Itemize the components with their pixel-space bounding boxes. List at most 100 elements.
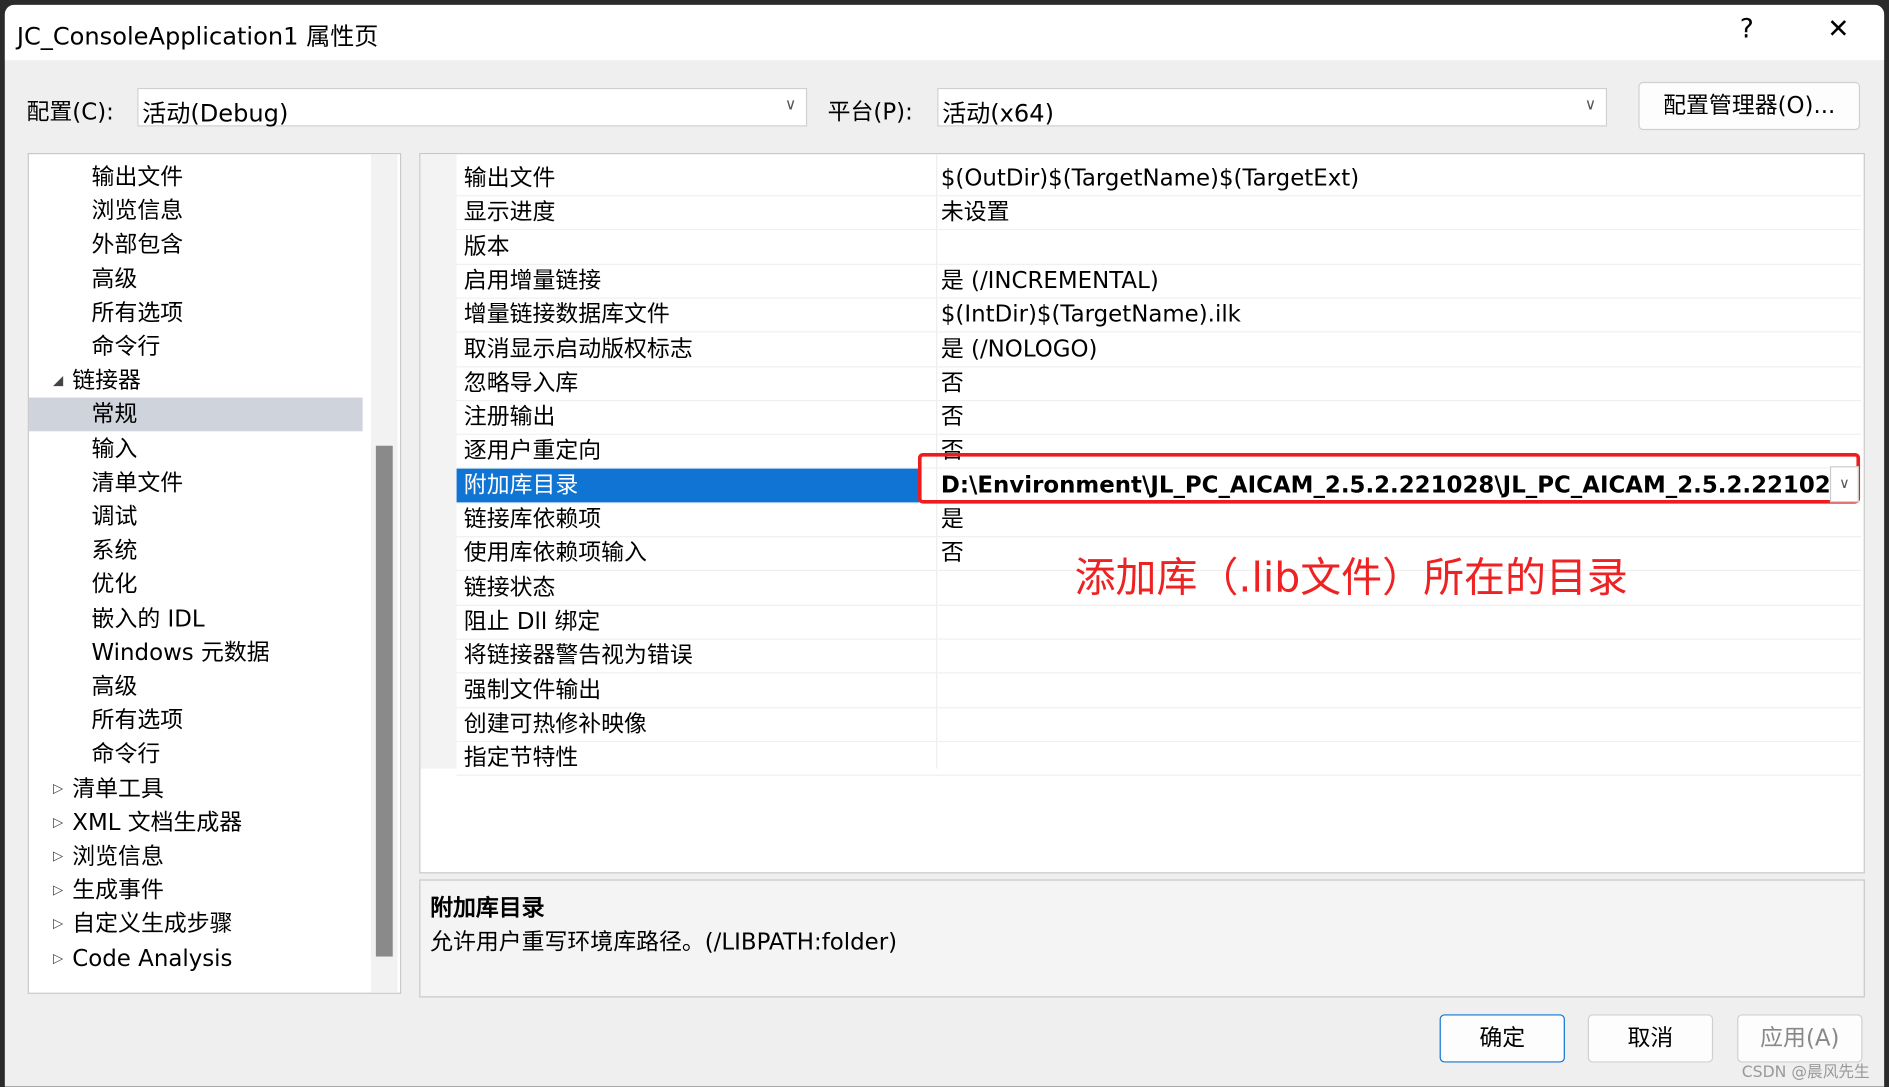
tree-item-label: 外部包含 bbox=[91, 231, 184, 259]
property-row[interactable]: 版本 bbox=[456, 230, 1862, 265]
property-pages-dialog: JC_ConsoleApplication1 属性页 ? ✕ 配置(C): 活动… bbox=[4, 4, 1885, 1087]
property-row[interactable]: 输出文件 $(OutDir)$(TargetName)$(TargetExt) bbox=[456, 161, 1862, 197]
tree-item[interactable]: 高级 bbox=[29, 670, 363, 704]
tree-item-label: 高级 bbox=[91, 673, 138, 700]
property-row[interactable]: 忽略导入库 否 bbox=[456, 366, 1862, 401]
tree-item[interactable]: 调试 bbox=[29, 500, 363, 534]
apply-button[interactable]: 应用(A) bbox=[1737, 1014, 1863, 1063]
property-row[interactable]: 增量链接数据库文件 $(IntDir)$(TargetName).ilk bbox=[456, 298, 1862, 333]
tree-item[interactable]: 清单文件 bbox=[29, 466, 363, 500]
property-name: 启用增量链接 bbox=[463, 267, 602, 294]
tree-item[interactable]: 系统 bbox=[29, 534, 363, 568]
property-name: 强制文件输出 bbox=[463, 676, 602, 703]
tree-item-label: 链接器 bbox=[72, 367, 141, 395]
tree-item-label: 自定义生成步骤 bbox=[72, 911, 233, 938]
property-value[interactable]: 否 bbox=[941, 400, 964, 434]
property-name: 忽略导入库 bbox=[463, 369, 579, 397]
tree-item[interactable]: ▷ 自定义生成步骤 bbox=[29, 908, 363, 942]
scrollbar-thumb[interactable] bbox=[375, 445, 393, 957]
help-button[interactable]: ? bbox=[1723, 14, 1771, 44]
property-value[interactable]: $(OutDir)$(TargetName)$(TargetExt) bbox=[941, 161, 1359, 195]
property-value[interactable]: 未设置 bbox=[941, 196, 1010, 230]
collapsed-icon[interactable]: ▷ bbox=[53, 908, 63, 942]
tree-item[interactable]: 外部包含 bbox=[29, 228, 363, 262]
property-value[interactable]: 否 bbox=[941, 536, 964, 570]
tree-item-label: 调试 bbox=[91, 503, 138, 531]
description-panel: 附加库目录 允许用户重写环境库路径。(/LIBPATH:folder) bbox=[419, 879, 1865, 998]
tree-item[interactable]: 输出文件 bbox=[29, 160, 363, 194]
property-name: 逐用户重定向 bbox=[463, 437, 602, 465]
property-row[interactable]: 阻止 Dll 绑定 bbox=[456, 605, 1862, 640]
property-row[interactable]: 启用增量链接 是 (/INCREMENTAL) bbox=[456, 264, 1862, 299]
value-dropdown-button[interactable]: ∨ bbox=[1829, 466, 1859, 503]
tree-item[interactable]: 嵌入的 IDL bbox=[29, 602, 363, 636]
tree-item[interactable]: Windows 元数据 bbox=[29, 636, 363, 670]
property-row[interactable]: 将链接器警告视为错误 bbox=[456, 639, 1862, 674]
highlight-box bbox=[917, 452, 1861, 504]
property-name: 指定节特性 bbox=[463, 744, 579, 772]
tree-item[interactable]: 命令行 bbox=[29, 330, 363, 364]
tree-item[interactable]: 浏览信息 bbox=[29, 194, 363, 228]
tree-item[interactable]: ▷ 生成事件 bbox=[29, 874, 363, 908]
collapsed-icon[interactable]: ▷ bbox=[53, 806, 63, 840]
property-value[interactable]: 是 bbox=[941, 502, 964, 536]
config-dropdown[interactable]: 活动(Debug) ∨ bbox=[137, 87, 808, 128]
property-value[interactable]: 是 (/INCREMENTAL) bbox=[941, 264, 1159, 298]
tree-scrollbar[interactable] bbox=[371, 154, 398, 993]
property-name: 版本 bbox=[463, 233, 510, 260]
tree-item[interactable]: 所有选项 bbox=[29, 704, 363, 738]
tree-item[interactable]: ▷ 清单工具 bbox=[29, 772, 363, 806]
tree-item-label: 所有选项 bbox=[91, 299, 184, 327]
tree-item[interactable]: 输入 bbox=[29, 432, 363, 466]
collapsed-icon[interactable]: ▷ bbox=[53, 874, 63, 908]
title-bar: JC_ConsoleApplication1 属性页 ? ✕ bbox=[4, 4, 1885, 61]
collapsed-icon[interactable]: ▷ bbox=[53, 772, 63, 806]
tree-item-label: 浏览信息 bbox=[72, 843, 164, 870]
description-title: 附加库目录 bbox=[430, 895, 545, 922]
tree-item-label: 命令行 bbox=[91, 333, 161, 361]
property-name: 显示进度 bbox=[463, 199, 556, 226]
tree-item[interactable]: ▷ Code Analysis bbox=[29, 942, 363, 976]
tree-item-label: 输出文件 bbox=[91, 163, 184, 191]
property-name: 链接状态 bbox=[463, 574, 556, 601]
property-row[interactable]: 指定节特性 bbox=[456, 741, 1862, 776]
category-tree: 输出文件 浏览信息 外部包含 高级 所有选项 命令行 ◢ 链接器 常规 输入 清单文件 调试 系统 优化嵌… bbox=[27, 152, 402, 994]
property-name: 取消显示启动版权标志 bbox=[463, 335, 693, 363]
tree-item[interactable]: 常规 bbox=[28, 398, 363, 432]
config-label: 配置(C): bbox=[26, 98, 114, 126]
collapsed-icon[interactable]: ▷ bbox=[53, 942, 63, 976]
property-row[interactable]: 显示进度 未设置 bbox=[456, 196, 1862, 231]
property-grid: 输出文件 $(OutDir)$(TargetName)$(TargetExt) 显示… bbox=[419, 152, 1865, 874]
collapsed-icon[interactable]: ▷ bbox=[53, 840, 63, 874]
property-row[interactable]: 链接库依赖项 是 bbox=[456, 502, 1862, 538]
cancel-button[interactable]: 取消 bbox=[1587, 1014, 1714, 1063]
tree-item[interactable]: 命令行 bbox=[29, 738, 363, 772]
platform-label: 平台(P): bbox=[827, 98, 913, 126]
annotation-text: 添加库（.lib文件）所在的目录 bbox=[1074, 554, 1628, 603]
close-button[interactable]: ✕ bbox=[1814, 14, 1862, 44]
chevron-down-icon: ∨ bbox=[1584, 96, 1597, 115]
tree-item[interactable]: 所有选项 bbox=[29, 296, 363, 330]
property-row[interactable]: 注册输出 否 bbox=[456, 400, 1862, 436]
ok-button[interactable]: 确定 bbox=[1439, 1014, 1565, 1063]
tree-item[interactable]: ◢ 链接器 bbox=[29, 364, 363, 398]
tree-item[interactable]: 优化 bbox=[29, 568, 363, 602]
property-row[interactable]: 取消显示启动版权标志 是 (/NOLOGO) bbox=[456, 332, 1862, 367]
property-value[interactable]: $(IntDir)$(TargetName).ilk bbox=[941, 298, 1241, 332]
window-title: JC_ConsoleApplication1 属性页 bbox=[16, 21, 379, 51]
config-manager-button[interactable]: 配置管理器(O)... bbox=[1638, 81, 1861, 131]
property-value[interactable]: 否 bbox=[941, 366, 964, 400]
chevron-down-icon: ∨ bbox=[784, 96, 797, 115]
tree-item[interactable]: 高级 bbox=[29, 262, 363, 296]
platform-value: 活动(x64) bbox=[942, 98, 1054, 128]
expanded-icon[interactable]: ◢ bbox=[53, 364, 63, 398]
tree-item[interactable]: ▷ 浏览信息 bbox=[29, 840, 363, 874]
tree-item-label: 所有选项 bbox=[91, 707, 184, 734]
property-value[interactable]: 是 (/NOLOGO) bbox=[941, 332, 1098, 366]
platform-dropdown[interactable]: 活动(x64) ∨ bbox=[937, 87, 1608, 128]
watermark: CSDN @晨风先生 bbox=[1741, 1063, 1870, 1082]
property-row[interactable]: 创建可热修补映像 bbox=[456, 707, 1862, 742]
tree-item[interactable]: ▷ XML 文档生成器 bbox=[29, 806, 363, 840]
property-row[interactable]: 强制文件输出 bbox=[456, 673, 1862, 708]
tree-item-label: 生成事件 bbox=[72, 877, 164, 904]
